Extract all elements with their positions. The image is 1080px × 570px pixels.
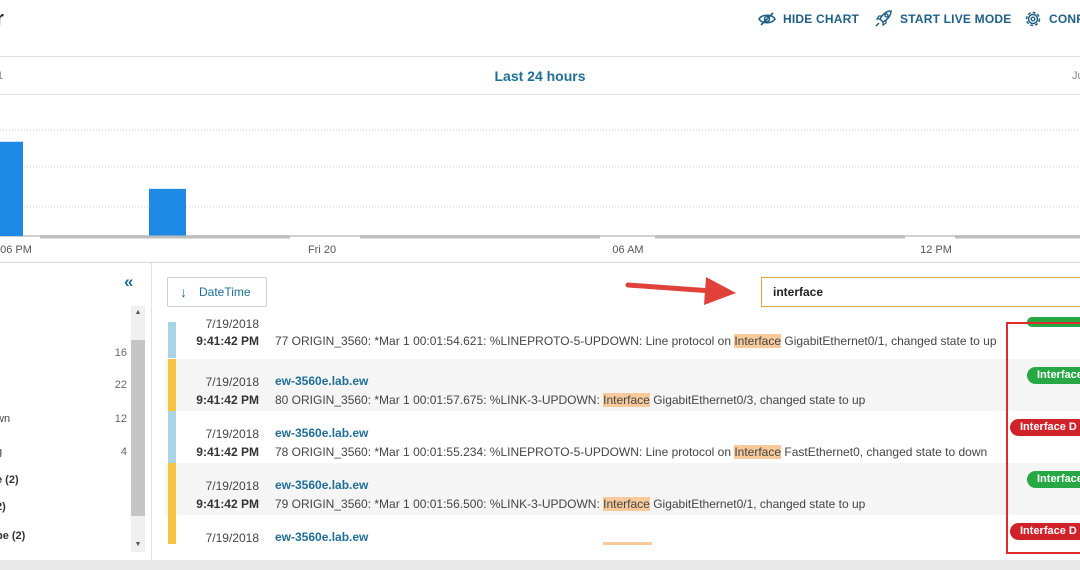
search-highlight: Interface bbox=[603, 497, 650, 511]
x-tick-label: Fri 20 bbox=[308, 244, 336, 256]
config-button[interactable]: CONF bbox=[1023, 9, 1080, 29]
severity-indicator bbox=[168, 463, 176, 515]
x-tick-label: 12 PM bbox=[920, 244, 952, 256]
log-time: 9:41:42 PM bbox=[196, 334, 259, 348]
search-highlight: Interface bbox=[734, 445, 782, 459]
search-highlight bbox=[603, 542, 652, 545]
histogram-chart[interactable]: 06 PM Fri 20 06 AM 12 PM bbox=[0, 95, 1080, 263]
facet-count: 22 bbox=[114, 379, 127, 391]
log-time: 9:41:42 PM bbox=[196, 393, 259, 407]
log-message-text: GigabitEthernet0/1, changed state to up bbox=[781, 334, 997, 348]
log-host-link[interactable]: ew-3560e.lab.ew bbox=[275, 426, 368, 440]
severity-indicator bbox=[168, 359, 176, 411]
annotation-arrow-icon bbox=[625, 277, 736, 305]
x-tick-label: 06 PM bbox=[0, 244, 32, 256]
log-message-text: 79 ORIGIN_3560: *Mar 1 00:01:56.500: %LI… bbox=[275, 497, 604, 511]
sort-datetime-button[interactable]: ↓ DateTime bbox=[167, 277, 267, 307]
scroll-up-icon[interactable]: ▲ bbox=[131, 306, 145, 320]
eye-slash-icon bbox=[758, 12, 776, 26]
facet-item[interactable]: e (2) bbox=[0, 474, 19, 486]
histogram-bar[interactable] bbox=[0, 141, 23, 236]
time-range-bar: 1 Last 24 hours Ju bbox=[0, 57, 1080, 95]
severity-indicator bbox=[168, 411, 176, 463]
time-range-title[interactable]: Last 24 hours bbox=[0, 68, 1080, 84]
log-date: 7/19/2018 bbox=[205, 317, 259, 331]
log-date: 7/19/2018 bbox=[205, 375, 259, 389]
arrow-down-icon: ↓ bbox=[180, 284, 187, 300]
log-row[interactable]: 7/19/2018 9:41:42 PM ew-3560e.lab.ew 80 ORI… bbox=[165, 359, 1080, 411]
facet-item[interactable]: g bbox=[0, 446, 2, 458]
log-date: 7/19/2018 bbox=[205, 427, 259, 441]
chart-svg: 06 PM Fri 20 06 AM 12 PM bbox=[0, 129, 1080, 256]
page-title: r bbox=[0, 8, 4, 31]
log-host-link[interactable]: ew-3560e.lab.ew bbox=[275, 374, 368, 388]
log-time: 9:41:42 PM bbox=[196, 497, 259, 511]
range-end-label: Ju bbox=[1072, 70, 1080, 82]
log-message: 77 ORIGIN_3560: *Mar 1 00:01:54.621: %LI… bbox=[275, 334, 997, 348]
scroll-thumb[interactable] bbox=[131, 340, 145, 516]
log-row[interactable]: 7/19/2018 9:41:42 PM 77 ORIGIN_3560: *Mar … bbox=[165, 306, 1080, 358]
facet-panel: « bbox=[0, 263, 152, 570]
facet-scrollbar[interactable]: ▲ ▼ bbox=[131, 306, 145, 552]
log-host-link[interactable]: ew-3560e.lab.ew bbox=[275, 530, 368, 544]
facet-item[interactable]: 2) bbox=[0, 501, 6, 513]
start-live-mode-button[interactable]: START LIVE MODE bbox=[874, 9, 1011, 29]
sort-label: DateTime bbox=[199, 285, 251, 299]
log-row[interactable]: 7/19/2018 9:41:42 PM ew-3560e.lab.ew 79 ORI… bbox=[165, 463, 1080, 515]
start-live-mode-label: START LIVE MODE bbox=[900, 12, 1012, 26]
facet-item[interactable]: wn bbox=[0, 413, 10, 425]
rocket-icon bbox=[875, 10, 892, 27]
log-message: 79 ORIGIN_3560: *Mar 1 00:01:56.500: %LI… bbox=[275, 497, 865, 511]
facet-count: 16 bbox=[114, 347, 127, 359]
gear-icon bbox=[1025, 11, 1041, 27]
log-date: 7/19/2018 bbox=[205, 531, 259, 545]
log-message-text: 80 ORIGIN_3560: *Mar 1 00:01:57.675: %LI… bbox=[275, 393, 604, 407]
log-message-text: 78 ORIGIN_3560: *Mar 1 00:01:55.234: %LI… bbox=[275, 445, 735, 459]
annotation-highlight-box bbox=[1006, 322, 1080, 554]
scroll-down-icon[interactable]: ▼ bbox=[131, 538, 145, 552]
search-highlight: Interface bbox=[603, 393, 650, 407]
log-row[interactable]: 7/19/2018 9:41:42 PM ew-3560e.lab.ew 78 ORI… bbox=[165, 411, 1080, 463]
collapse-panel-icon[interactable]: « bbox=[124, 272, 133, 292]
facet-count: 12 bbox=[114, 413, 127, 425]
search-highlight: Interface bbox=[734, 334, 782, 348]
log-message: 78 ORIGIN_3560: *Mar 1 00:01:55.234: %LI… bbox=[275, 445, 987, 459]
log-host-link[interactable]: ew-3560e.lab.ew bbox=[275, 478, 368, 492]
log-message: 80 ORIGIN_3560: *Mar 1 00:01:57.675: %LI… bbox=[275, 393, 865, 407]
facet-count: 4 bbox=[120, 446, 127, 458]
hide-chart-label: HIDE CHART bbox=[783, 12, 859, 26]
log-message-text: FastEthernet0, changed state to down bbox=[781, 445, 988, 459]
log-message-text: GigabitEthernet0/1, changed state to up bbox=[649, 497, 866, 511]
search-input[interactable] bbox=[761, 277, 1080, 307]
log-message-text: GigabitEthernet0/3, changed state to up bbox=[649, 393, 866, 407]
hide-chart-button[interactable]: HIDE CHART bbox=[757, 9, 859, 29]
bottom-strip bbox=[0, 560, 1080, 570]
severity-indicator bbox=[168, 515, 176, 544]
app-window: r HIDE CHART START LIVE MODE bbox=[0, 0, 1080, 570]
header: r HIDE CHART START LIVE MODE bbox=[0, 0, 1080, 57]
log-message-text: 77 ORIGIN_3560: *Mar 1 00:01:54.621: %LI… bbox=[275, 334, 735, 348]
histogram-bar[interactable] bbox=[149, 188, 186, 236]
config-label: CONF bbox=[1049, 12, 1080, 26]
x-tick-label: 06 AM bbox=[612, 244, 643, 256]
severity-indicator bbox=[168, 322, 176, 358]
log-date: 7/19/2018 bbox=[205, 479, 259, 493]
log-time: 9:41:42 PM bbox=[196, 445, 259, 459]
facet-item[interactable]: pe (2) bbox=[0, 530, 25, 542]
